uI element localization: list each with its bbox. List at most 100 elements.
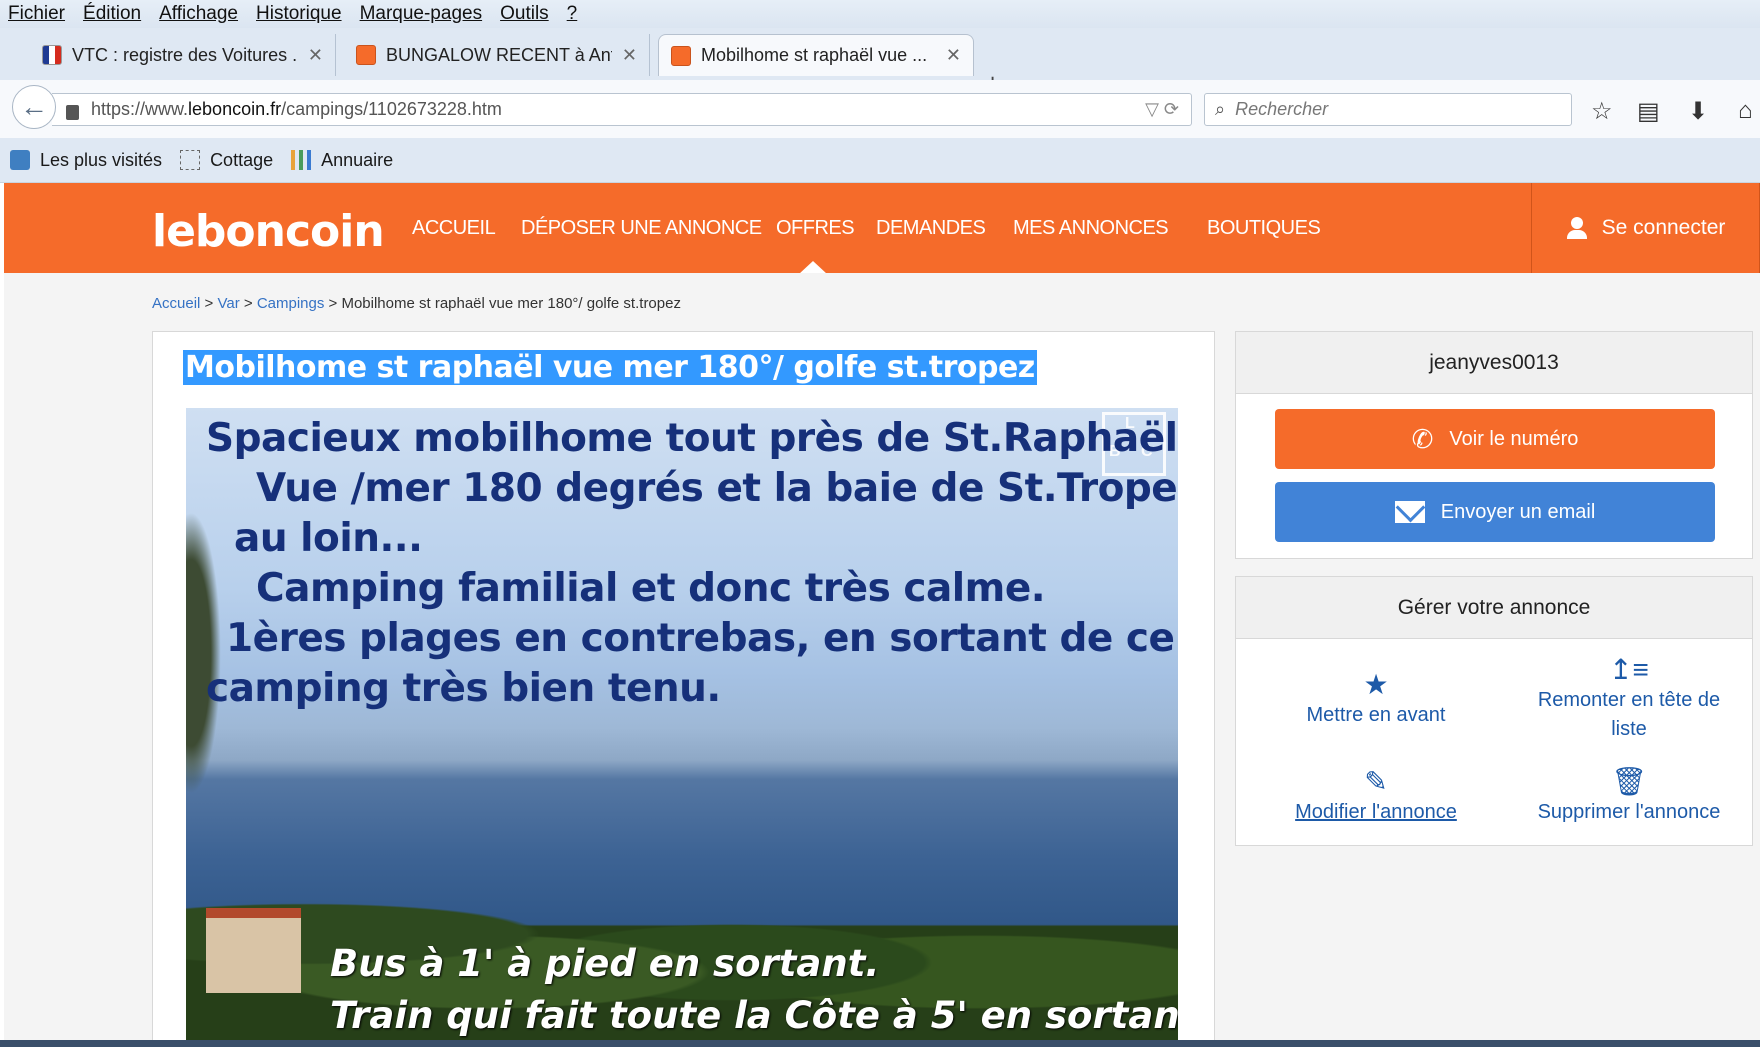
menu-affichage[interactable]: Affichage (159, 3, 238, 25)
bookmark-label: Annuaire (321, 149, 394, 170)
nav-bar: https://www. leboncoin.fr/campings/110267… (0, 80, 1760, 138)
site-header: leboncoin ACCUEIL DÉPOSER UNE ANNONCE OF… (4, 183, 1760, 274)
call-button[interactable]: ✆ Voir le numéro (1275, 409, 1715, 469)
search-icon: ⌕ (1215, 99, 1226, 119)
breadcrumb-campings[interactable]: Campings (257, 295, 325, 312)
site-logo[interactable]: leboncoin (152, 206, 385, 257)
manage-title: Gérer votre annonce (1236, 577, 1752, 639)
breadcrumb: Accueil > Var > Campings > Mobilhome st … (152, 295, 681, 312)
photo-text-line: Train qui fait toute la Côte à 5' en sor… (330, 994, 1178, 1037)
bookmark-annuaire[interactable]: Annuaire (291, 150, 393, 171)
url-bar[interactable]: https://www. leboncoin.fr/campings/110267… (52, 93, 1192, 126)
action-supprimer[interactable]: 🗑 Supprimer l'annonce (1519, 767, 1739, 827)
login-button[interactable]: Se connecter (1531, 183, 1760, 273)
url-domain: leboncoin.fr (188, 99, 282, 119)
search-input[interactable]: ⌕ Rechercher (1204, 93, 1572, 126)
download-icon[interactable]: ⬇ (1688, 97, 1708, 126)
breadcrumb-current: Mobilhome st raphaël vue mer 180°/ golfe… (341, 295, 681, 312)
close-icon[interactable]: ✕ (298, 45, 323, 66)
seller-name[interactable]: jeanyves0013 (1236, 332, 1752, 394)
nav-offres[interactable]: OFFRES (776, 217, 855, 240)
page-content: Accueil > Var > Campings > Mobilhome st … (4, 273, 1760, 1047)
mail-icon (1394, 501, 1425, 523)
email-button[interactable]: Envoyer un email (1275, 482, 1715, 542)
phone-icon: ✆ (1411, 423, 1434, 454)
flag-fr-icon (42, 45, 62, 65)
photo-text-line: camping très bien tenu. (206, 666, 721, 711)
photo-text-line: 1ères plages en contrebas, en sortant de… (226, 616, 1175, 661)
trash-icon: 🗑 (1611, 766, 1647, 797)
seller-card: jeanyves0013 ✆ Voir le numéro Envoyer un… (1235, 331, 1753, 559)
action-mettre-en-avant[interactable]: ★ Mettre en avant (1266, 670, 1486, 730)
tab-bar: VTC : registre des Voitures ... ✕ BUNGAL… (0, 30, 1760, 98)
photo-text-line: Bus à 1' à pied en sortant. (330, 942, 880, 985)
manage-card: Gérer votre annonce ★ Mettre en avant ↥≡… (1235, 576, 1753, 846)
menu-bar: Fichier Édition Affichage Historique Mar… (0, 0, 1760, 28)
close-icon[interactable]: ✕ (612, 45, 637, 66)
star-icon: ★ (1363, 669, 1389, 700)
url-prefix: https://www. (91, 99, 189, 119)
bookmark-label: Cottage (210, 149, 274, 170)
nav-boutiques[interactable]: BOUTIQUES (1207, 217, 1321, 240)
bookmark-plus-visites[interactable]: Les plus visités (10, 150, 162, 171)
menu-edition[interactable]: Édition (83, 3, 141, 25)
annuaire-icon (291, 150, 312, 170)
photo-text-line: Spacieux mobilhome tout près de St.Rapha… (206, 416, 1178, 461)
os-taskbar (0, 1040, 1760, 1047)
photo-text-line: Vue /mer 180 degrés et la baie de St.Tro… (256, 466, 1178, 511)
menu-fichier[interactable]: Fichier (8, 3, 65, 25)
action-label: Remonter en tête de liste (1537, 689, 1721, 740)
user-icon (1566, 217, 1588, 239)
breadcrumb-var[interactable]: Var (217, 295, 239, 312)
lock-icon (66, 105, 79, 120)
action-label: Modifier l'annonce (1295, 801, 1457, 823)
breadcrumb-accueil[interactable]: Accueil (152, 295, 200, 312)
nav-mes-annonces[interactable]: MES ANNONCES (1013, 217, 1169, 240)
close-icon[interactable]: ✕ (936, 45, 961, 66)
tab-title: Mobilhome st raphaël vue ... (701, 45, 928, 65)
menu-marque-pages[interactable]: Marque-pages (360, 3, 483, 25)
tab-vtc[interactable]: VTC : registre des Voitures ... ✕ (30, 34, 336, 76)
email-label: Envoyer un email (1440, 500, 1596, 523)
folder-dashed-icon (180, 150, 201, 170)
photo-text-line: au loin... (234, 516, 423, 561)
ad-photo[interactable]: L B C Spacieux mobilhome tout près de St… (186, 408, 1178, 1047)
most-visited-icon (10, 150, 30, 170)
nav-deposer[interactable]: DÉPOSER UNE ANNONCE (521, 217, 762, 240)
library-icon[interactable]: ▤ (1637, 97, 1660, 126)
action-label: Mettre en avant (1306, 704, 1446, 726)
login-label: Se connecter (1601, 216, 1726, 239)
leboncoin-icon (671, 45, 691, 66)
bookmark-star-icon[interactable]: ☆ (1591, 97, 1613, 126)
url-path: /campings/1102673228.htm (281, 99, 502, 119)
reload-icon[interactable]: ▽ ⟳ (1145, 99, 1179, 120)
home-icon[interactable]: ⌂ (1738, 97, 1753, 125)
photo-text-line: Camping familial et donc très calme. (256, 566, 1046, 611)
call-label: Voir le numéro (1449, 427, 1579, 450)
sort-up-icon: ↥≡ (1609, 654, 1649, 685)
ad-title: Mobilhome st raphaël vue mer 180°/ golfe… (183, 350, 1037, 385)
action-modifier[interactable]: ✎ Modifier l'annonce (1266, 767, 1486, 827)
tab-title: BUNGALOW RECENT à Ant... (386, 44, 612, 65)
ad-panel: Mobilhome st raphaël vue mer 180°/ golfe… (152, 331, 1215, 1047)
back-icon[interactable]: ← (12, 85, 56, 129)
tab-bungalow[interactable]: BUNGALOW RECENT à Ant... ✕ (344, 34, 650, 76)
photo-house (206, 908, 301, 993)
tab-title: VTC : registre des Voitures ... (72, 44, 298, 65)
menu-aide[interactable]: ? (567, 3, 578, 25)
leboncoin-icon (356, 45, 376, 65)
bookmarks-bar: Les plus visités Cottage Annuaire (0, 138, 1760, 182)
tab-mobilhome[interactable]: Mobilhome st raphaël vue ... ✕ (658, 34, 974, 76)
menu-outils[interactable]: Outils (500, 3, 549, 25)
action-label: Supprimer l'annonce (1537, 801, 1721, 823)
browser-chrome: Fichier Édition Affichage Historique Mar… (0, 0, 1760, 183)
search-placeholder: Rechercher (1235, 99, 1329, 119)
pencil-icon: ✎ (1364, 766, 1388, 797)
bookmark-label: Les plus visités (40, 149, 163, 170)
photo-tree (186, 488, 226, 818)
nav-demandes[interactable]: DEMANDES (876, 217, 986, 240)
bookmark-cottage[interactable]: Cottage (180, 150, 273, 171)
menu-historique[interactable]: Historique (256, 3, 342, 25)
nav-accueil[interactable]: ACCUEIL (412, 217, 496, 240)
action-remonter[interactable]: ↥≡ Remonter en tête de liste (1519, 655, 1739, 744)
